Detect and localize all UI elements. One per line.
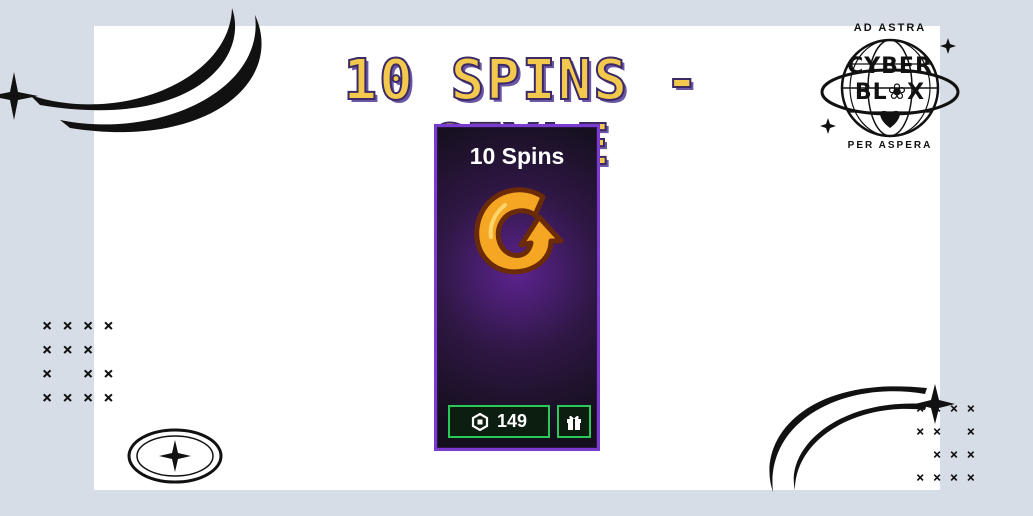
swoosh-decoration-bottom-right <box>769 384 955 492</box>
card-title: 10 Spins <box>469 143 565 169</box>
orbit-sparkle-decoration <box>127 428 223 484</box>
logo-line-2: BL❀X <box>854 80 926 105</box>
spin-arrow-icon <box>474 187 564 275</box>
logo-bottom-text: PER ASPERA <box>847 140 933 151</box>
gift-icon <box>567 415 581 430</box>
robux-icon <box>471 412 489 431</box>
logo-top-text: AD ASTRA <box>853 22 927 34</box>
x-pattern-left: × × × × × × × × × × × × × × <box>42 316 114 408</box>
price-label: 149 <box>496 411 528 431</box>
logo-line-1: CYBER <box>847 54 933 79</box>
buy-button[interactable]: 149 <box>448 405 550 438</box>
gift-button[interactable] <box>557 405 591 438</box>
sparkle-icon <box>0 72 38 120</box>
spins-product-card[interactable]: 10 Spins 149 <box>434 124 600 451</box>
swoosh-decoration-top-left <box>0 8 262 133</box>
cyberblox-logo: AD ASTRA CYBER BL❀X PER ASPERA <box>820 18 960 158</box>
